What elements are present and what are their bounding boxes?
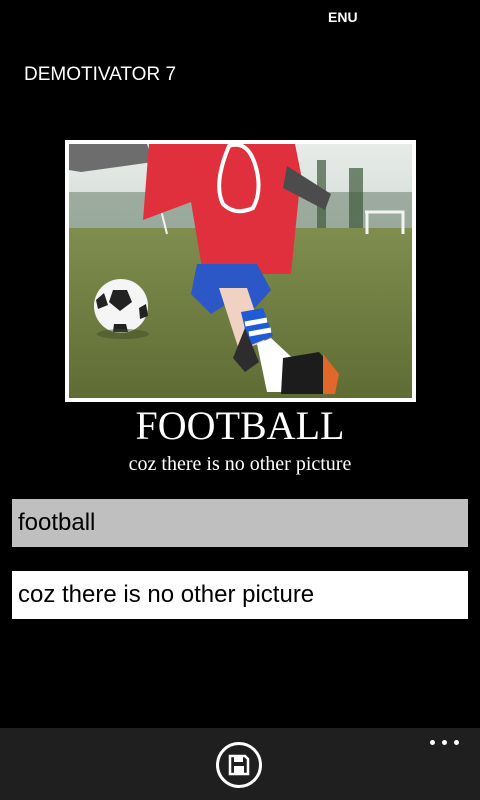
- more-icon: [430, 740, 435, 745]
- app-bar: [0, 728, 480, 800]
- keyboard-language: ENU: [328, 9, 358, 25]
- poster-frame: [65, 140, 416, 402]
- title-input[interactable]: [12, 499, 468, 547]
- status-bar: ENU: [0, 0, 480, 34]
- caption-input[interactable]: [12, 571, 468, 619]
- more-icon: [442, 740, 447, 745]
- more-button[interactable]: [428, 734, 462, 754]
- poster-caption: coz there is no other picture: [128, 453, 352, 475]
- more-icon: [454, 740, 459, 745]
- save-button[interactable]: [216, 742, 262, 788]
- app-title: DEMOTIVATOR 7: [24, 64, 177, 85]
- save-icon: [228, 754, 250, 776]
- screen: ENU DEMOTIVATOR 7 FOOTBALL coz there is …: [0, 0, 480, 800]
- poster-heading: FOOTBALL: [135, 403, 345, 448]
- football-photo: [69, 144, 412, 398]
